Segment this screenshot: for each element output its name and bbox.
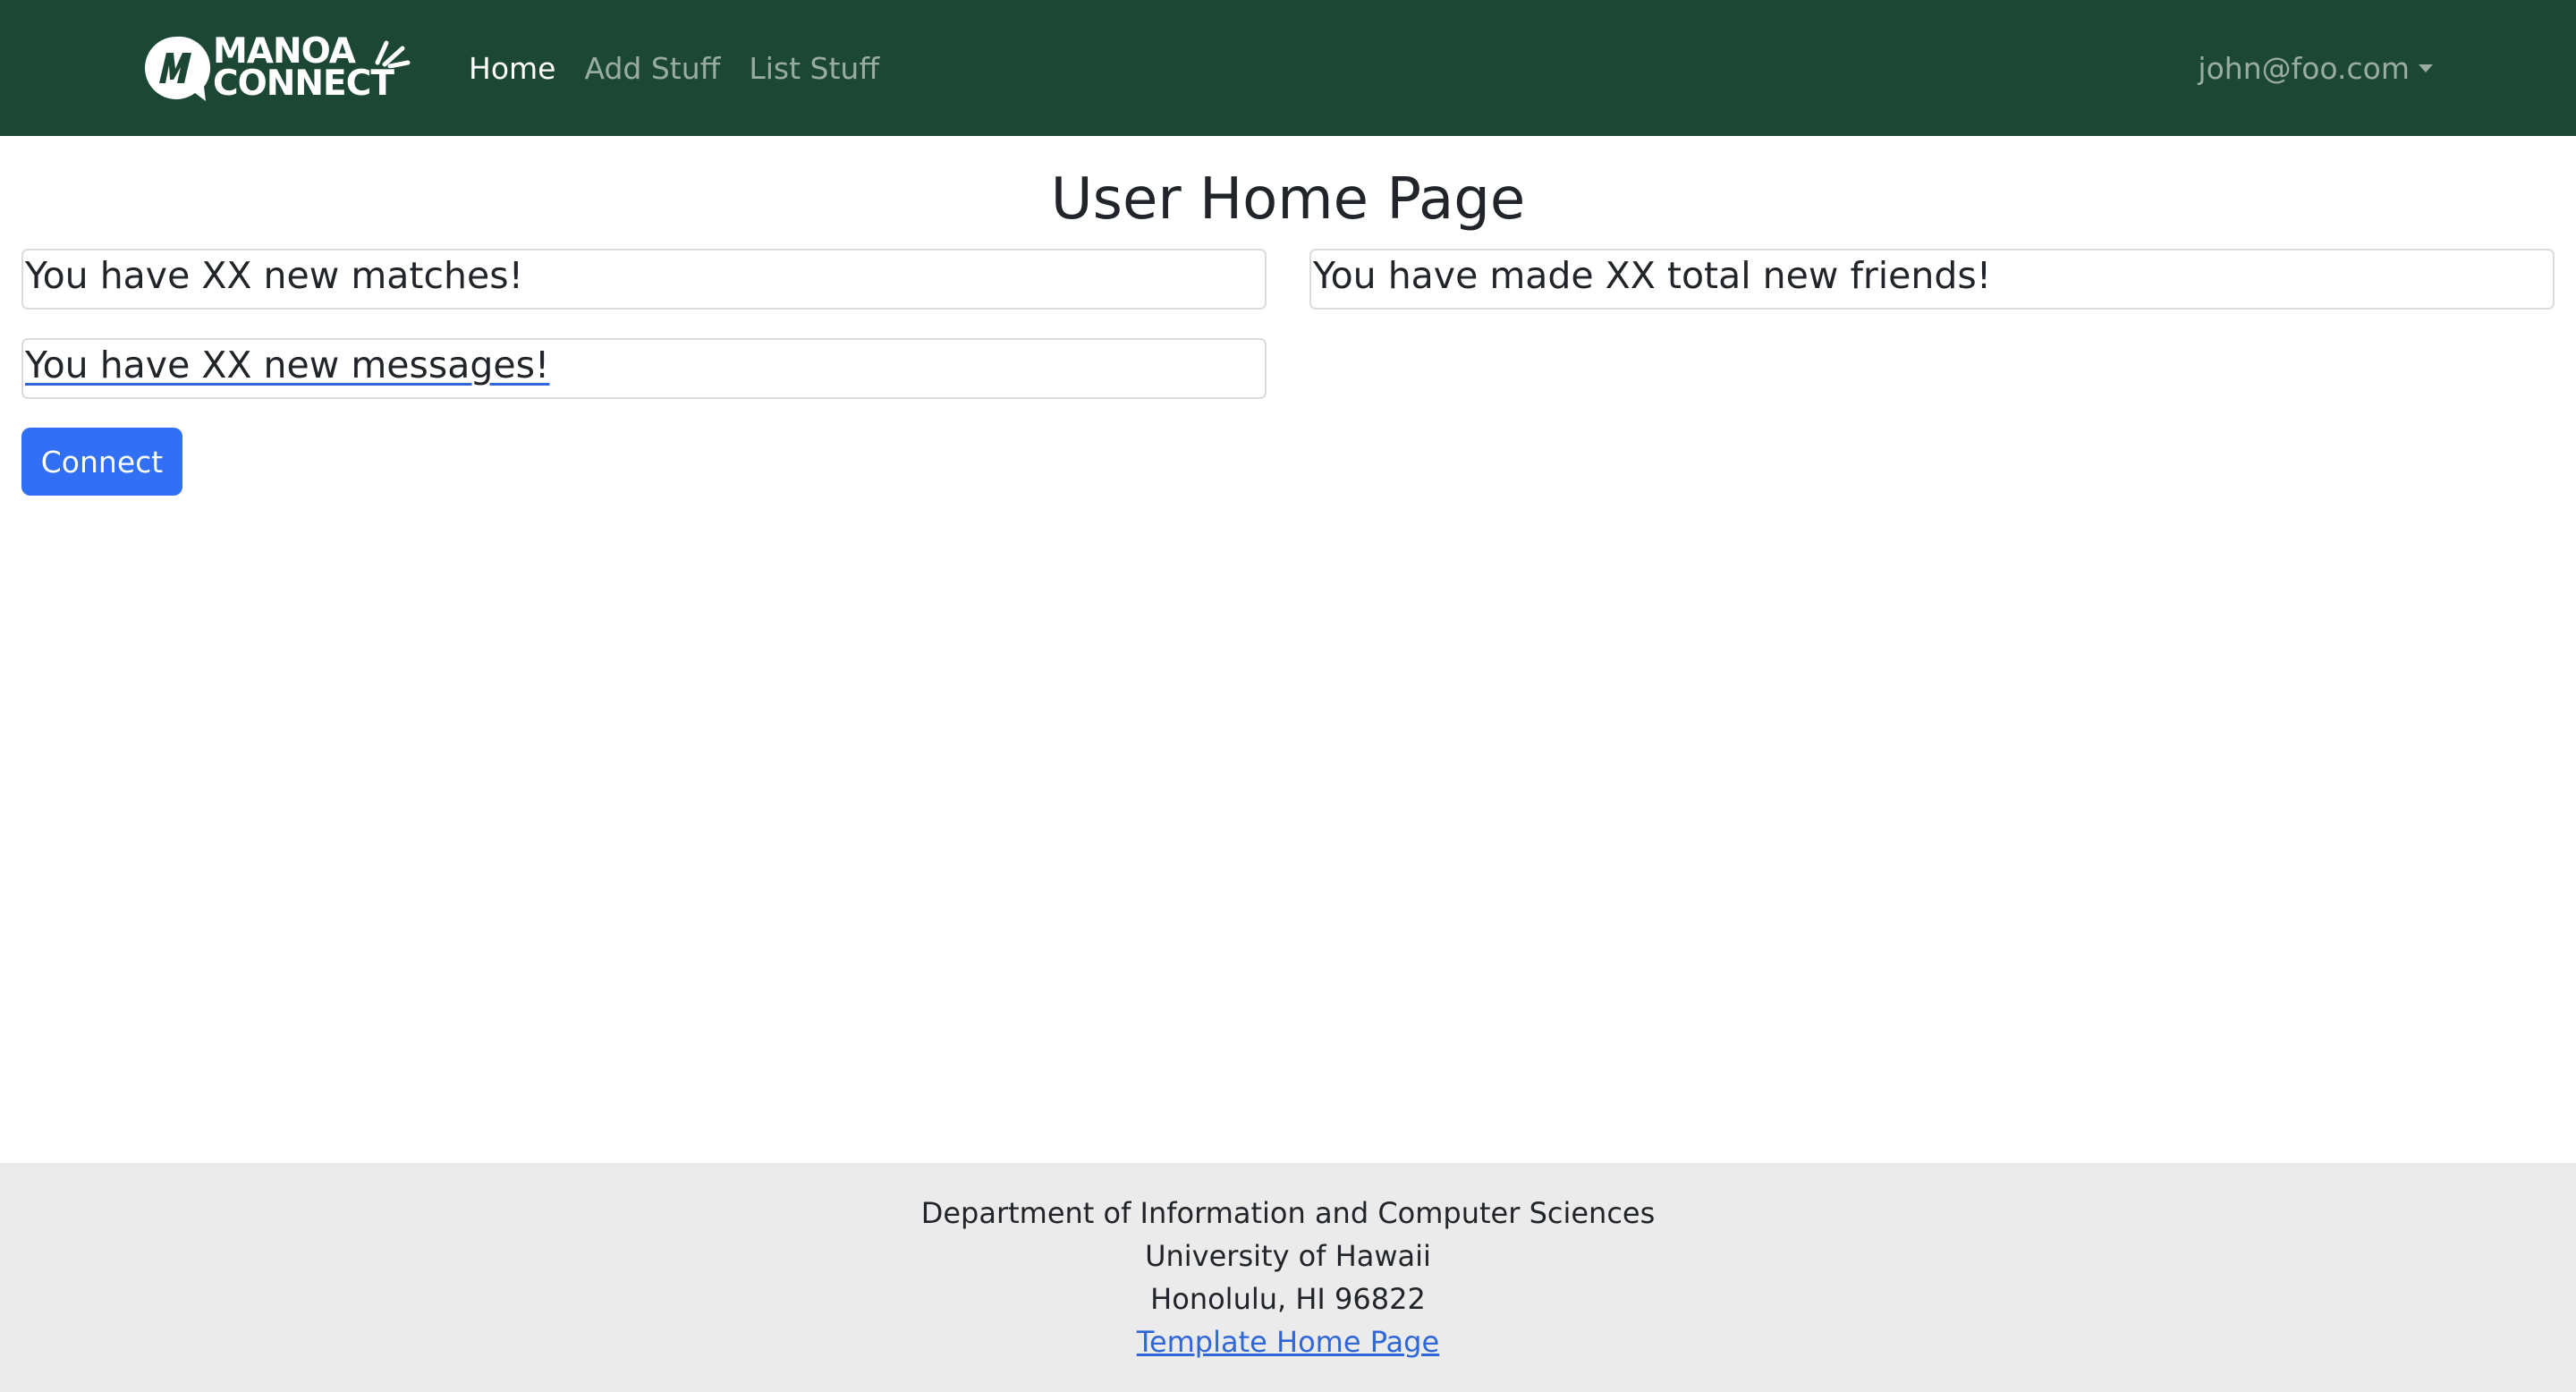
caret-down-icon [2419, 64, 2433, 72]
connect-button[interactable]: Connect [21, 428, 182, 496]
friends-card: You have made XX total new friends! [1309, 249, 2555, 310]
logo-wordmark: MANOA CONNECT [213, 34, 394, 104]
user-dropdown[interactable]: john@foo.com [2198, 43, 2433, 93]
nav-link-home[interactable]: Home [469, 51, 555, 86]
logo-m-icon [145, 36, 211, 102]
matches-card: You have XX new matches! [21, 249, 1267, 310]
messages-card: You have XX new messages! [21, 338, 1267, 399]
messages-text: You have XX new messages! [25, 344, 550, 386]
nav-links: Home Add Stuff List Stuff [469, 43, 908, 93]
logo-line-2: CONNECT [213, 64, 394, 104]
user-email: john@foo.com [2198, 50, 2410, 86]
logo-rays-icon [375, 40, 411, 68]
footer-university: University of Hawaii [1145, 1239, 1431, 1273]
template-home-page-link[interactable]: Template Home Page [1137, 1325, 1439, 1359]
top-navbar: MANOA CONNECT Home Add Stuff List Stuff … [0, 0, 2576, 136]
friends-text: You have made XX total new friends! [1313, 254, 1992, 297]
footer-department: Department of Information and Computer S… [920, 1196, 1656, 1230]
matches-text: You have XX new matches! [25, 254, 524, 297]
nav-link-list-stuff[interactable]: List Stuff [749, 51, 879, 86]
manoa-connect-logo[interactable]: MANOA CONNECT [141, 32, 415, 104]
page-title: User Home Page [1050, 166, 1526, 233]
nav-link-add-stuff[interactable]: Add Stuff [584, 51, 720, 86]
footer: Department of Information and Computer S… [0, 1163, 2576, 1392]
footer-address: Honolulu, HI 96822 [1150, 1282, 1426, 1316]
